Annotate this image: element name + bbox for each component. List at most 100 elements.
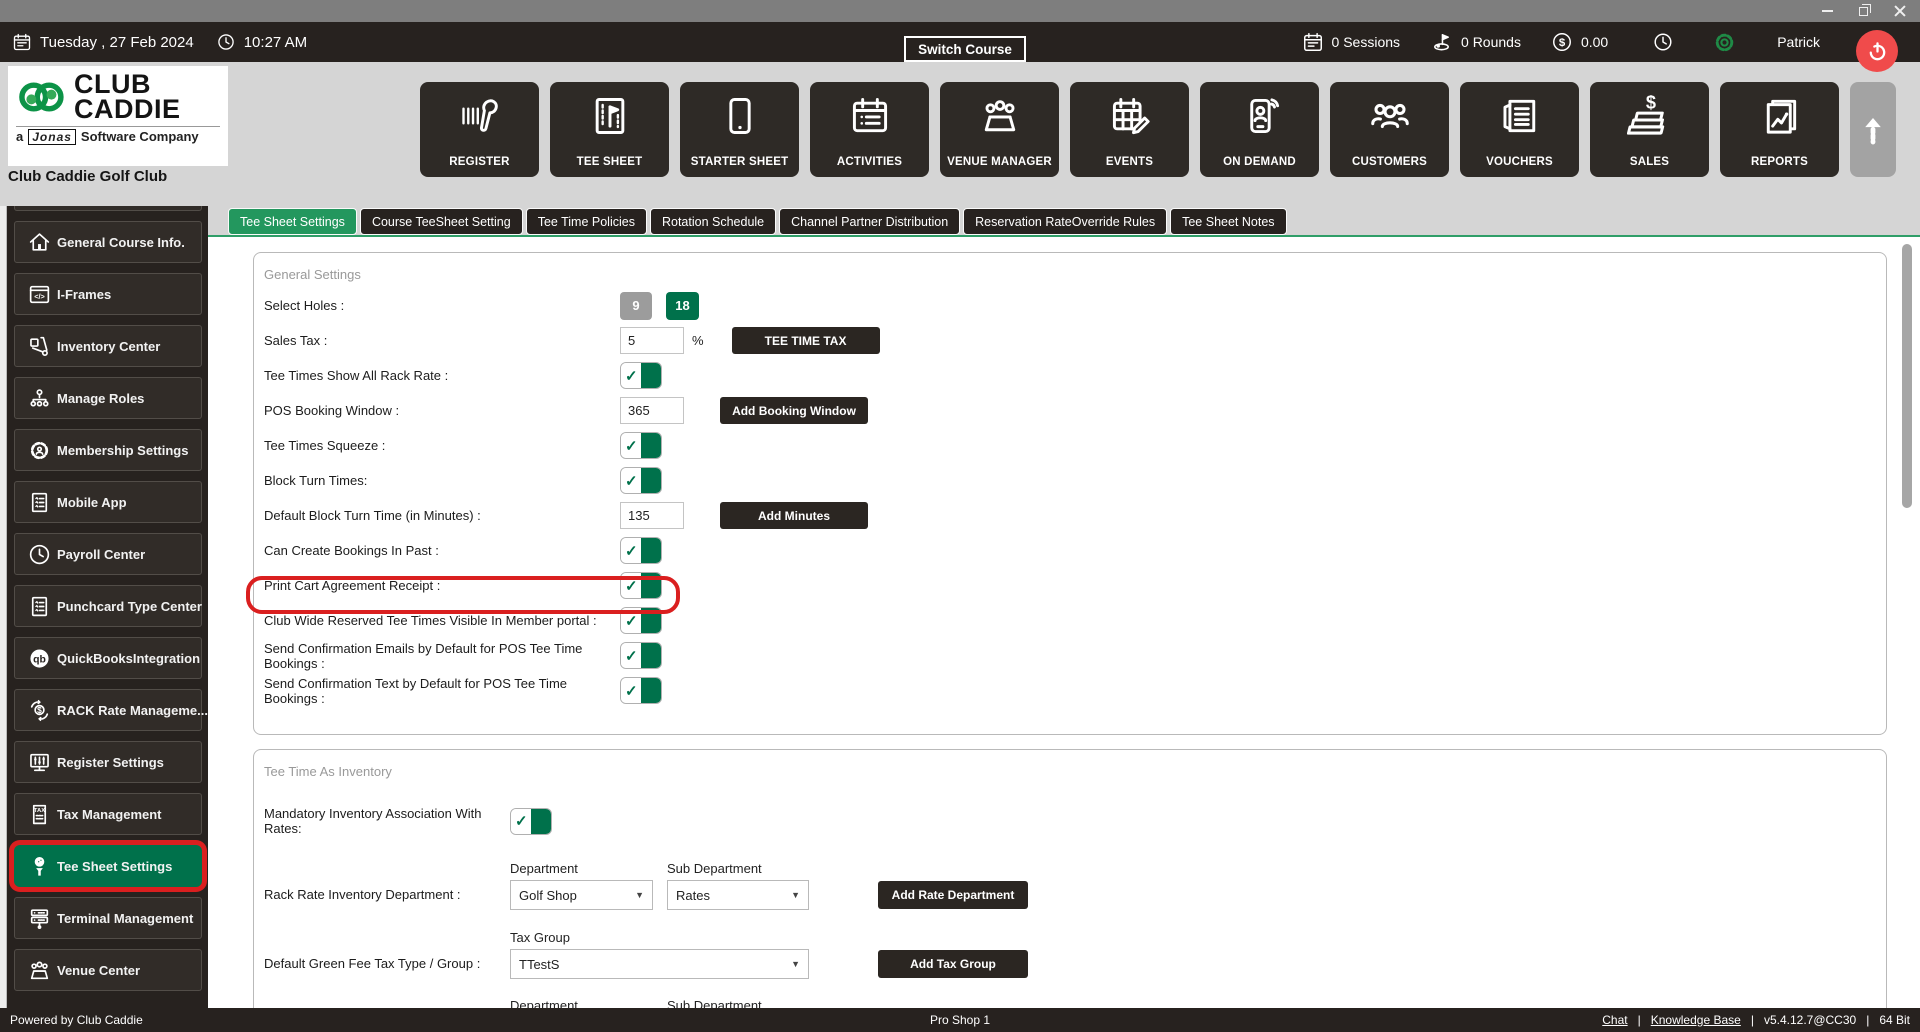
- golf-rounds-icon: [1430, 31, 1453, 54]
- tee-times-squeeze-toggle[interactable]: ✓: [620, 432, 662, 459]
- register-sliders-icon: [21, 750, 57, 775]
- tab-tee-sheet-notes[interactable]: Tee Sheet Notes: [1170, 208, 1287, 235]
- sidebar-item-quickbooksintegration[interactable]: QuickBooksIntegration: [14, 637, 202, 679]
- sales-tax-input[interactable]: [620, 327, 684, 354]
- close-icon[interactable]: [1894, 5, 1906, 17]
- send-confirmation-text-toggle[interactable]: ✓: [620, 677, 662, 704]
- quickbooks-icon: [21, 646, 57, 671]
- tee-time-tax-button[interactable]: TEE TIME TAX: [731, 327, 880, 354]
- sidebar-item-register-settings[interactable]: Register Settings: [14, 741, 202, 783]
- tablet-icon: [718, 83, 762, 148]
- default-block-turn-row: Default Block Turn Time (in Minutes) : A…: [254, 498, 1886, 533]
- add-booking-window-button[interactable]: Add Booking Window: [720, 397, 868, 424]
- sidebar-item-manage-roles[interactable]: Manage Roles: [14, 377, 202, 419]
- general-settings-card: General Settings Select Holes : 9 18 Sal…: [253, 252, 1887, 735]
- rate-exchange-icon: [21, 698, 57, 723]
- knowledge-base-link[interactable]: Knowledge Base: [1651, 1013, 1741, 1027]
- sidebar-item-i-frames[interactable]: I-Frames: [14, 273, 202, 315]
- check-icon: ✓: [624, 577, 638, 595]
- home-icon: [21, 230, 57, 255]
- sidebar-item-venue-center[interactable]: Venue Center: [14, 949, 202, 991]
- minimize-icon[interactable]: [1822, 10, 1833, 12]
- check-icon: ✓: [624, 472, 638, 490]
- pos-booking-window-row: POS Booking Window : Add Booking Window: [254, 393, 1886, 428]
- nav-customers[interactable]: CUSTOMERS: [1330, 82, 1449, 177]
- print-cart-agreement-toggle[interactable]: ✓: [620, 572, 662, 599]
- show-all-rack-rate-toggle[interactable]: ✓: [620, 362, 662, 389]
- collapse-nav-button[interactable]: [1850, 82, 1896, 177]
- sidebar-item-general-course-info[interactable]: General Course Info.: [14, 221, 202, 263]
- add-tax-group-button[interactable]: Add Tax Group: [878, 950, 1028, 978]
- nav-reports[interactable]: REPORTS: [1720, 82, 1839, 177]
- club-wide-reserved-toggle[interactable]: ✓: [620, 607, 662, 634]
- window-titlebar: [0, 0, 1920, 22]
- sidebar-item-punchcard-type-center[interactable]: Punchcard Type Center: [14, 585, 202, 627]
- power-logout-button[interactable]: [1856, 30, 1898, 72]
- amount-stat: 0.00: [1551, 31, 1608, 53]
- power-icon: [1866, 40, 1889, 63]
- bookings-in-past-toggle[interactable]: ✓: [620, 537, 662, 564]
- separator: |: [1750, 1013, 1754, 1027]
- nav-events[interactable]: EVENTS: [1070, 82, 1189, 177]
- department-select[interactable]: Golf Shop ▼: [510, 880, 653, 910]
- status-bar: Pro Shop 1 Powered by Club Caddie Chat |…: [0, 1008, 1920, 1032]
- nav-venue-manager[interactable]: VENUE MANAGER: [940, 82, 1059, 177]
- pos-booking-window-input[interactable]: [620, 397, 684, 424]
- nav-starter-sheet[interactable]: STARTER SHEET: [680, 82, 799, 177]
- main-nav: REGISTER TEE SHEET STARTER SHEET ACTIVIT…: [420, 82, 1896, 177]
- tee-sheet-icon: [588, 83, 632, 148]
- default-block-turn-input[interactable]: [620, 502, 684, 529]
- sidebar-item-payroll-center[interactable]: Payroll Center: [14, 533, 202, 575]
- logged-in-user[interactable]: Patrick: [1777, 34, 1820, 50]
- calendar-icon: [12, 32, 32, 52]
- time-clock-icon[interactable]: [1652, 31, 1674, 53]
- send-confirmation-emails-toggle[interactable]: ✓: [620, 642, 662, 669]
- switch-course-button[interactable]: Switch Course: [904, 36, 1026, 62]
- sidebar-item-partial[interactable]: [14, 206, 202, 211]
- nav-activities[interactable]: ACTIVITIES: [810, 82, 929, 177]
- tax-receipt-icon: [21, 802, 57, 827]
- club-caddie-logo: CLUB CADDIE a Jonas Software Company: [8, 66, 228, 166]
- sub-department-select[interactable]: Rates ▼: [667, 880, 809, 910]
- tab-tee-sheet-settings[interactable]: Tee Sheet Settings: [228, 208, 357, 235]
- sidebar-item-tax-management[interactable]: Tax Management: [14, 793, 202, 835]
- nav-sales[interactable]: SALES: [1590, 82, 1709, 177]
- tab-tee-time-policies[interactable]: Tee Time Policies: [525, 208, 647, 235]
- tab-course-teesheet-setting[interactable]: Course TeeSheet Setting: [359, 208, 523, 235]
- nav-vouchers[interactable]: VOUCHERS: [1460, 82, 1579, 177]
- sidebar-item-terminal-management[interactable]: Terminal Management: [14, 897, 202, 939]
- sidebar-item-inventory-center[interactable]: Inventory Center: [14, 325, 202, 367]
- document-list-icon: [21, 490, 57, 515]
- section-title: Tee Time As Inventory: [264, 764, 392, 779]
- tab-reservation-rateoverride-rules[interactable]: Reservation RateOverride Rules: [963, 208, 1168, 235]
- sidebar-item-rack-rate-management[interactable]: RACK Rate Manageme...: [14, 689, 208, 731]
- sidebar-item-tee-sheet-settings[interactable]: Tee Sheet Settings: [14, 845, 202, 887]
- calendar-list-icon: [848, 83, 892, 148]
- current-time: 10:27 AM: [243, 33, 308, 51]
- nav-on-demand[interactable]: ON DEMAND: [1200, 82, 1319, 177]
- tab-channel-partner-distribution[interactable]: Channel Partner Distribution: [779, 208, 961, 235]
- holes-9-button[interactable]: 9: [620, 291, 652, 320]
- restore-icon[interactable]: [1859, 3, 1871, 16]
- meeting-table-icon: [21, 958, 57, 983]
- tagline-suffix: Software Company: [80, 129, 199, 144]
- sidebar-item-membership-settings[interactable]: Membership Settings: [14, 429, 202, 471]
- mandatory-association-toggle[interactable]: ✓: [510, 807, 552, 835]
- block-turn-times-toggle[interactable]: ✓: [620, 467, 662, 494]
- chevron-down-icon: ▼: [635, 890, 644, 900]
- check-icon: ✓: [624, 437, 638, 455]
- nav-register[interactable]: REGISTER: [420, 82, 539, 177]
- tax-group-select[interactable]: TTestS ▼: [510, 949, 809, 979]
- sales-tax-row: Sales Tax : % TEE TIME TAX: [254, 323, 1886, 358]
- sidebar-scrollbar[interactable]: [0, 206, 7, 1008]
- add-minutes-button[interactable]: Add Minutes: [720, 502, 868, 529]
- add-rate-department-button[interactable]: Add Rate Department: [878, 881, 1028, 909]
- tab-rotation-schedule[interactable]: Rotation Schedule: [649, 208, 777, 235]
- sidebar-item-mobile-app[interactable]: Mobile App: [14, 481, 202, 523]
- chat-link[interactable]: Chat: [1602, 1013, 1627, 1027]
- content-scrollbar-thumb[interactable]: [1902, 244, 1912, 508]
- holes-18-button[interactable]: 18: [666, 291, 699, 320]
- check-icon: ✓: [624, 367, 638, 385]
- settings-gear-icon[interactable]: [1712, 30, 1737, 55]
- nav-tee-sheet[interactable]: TEE SHEET: [550, 82, 669, 177]
